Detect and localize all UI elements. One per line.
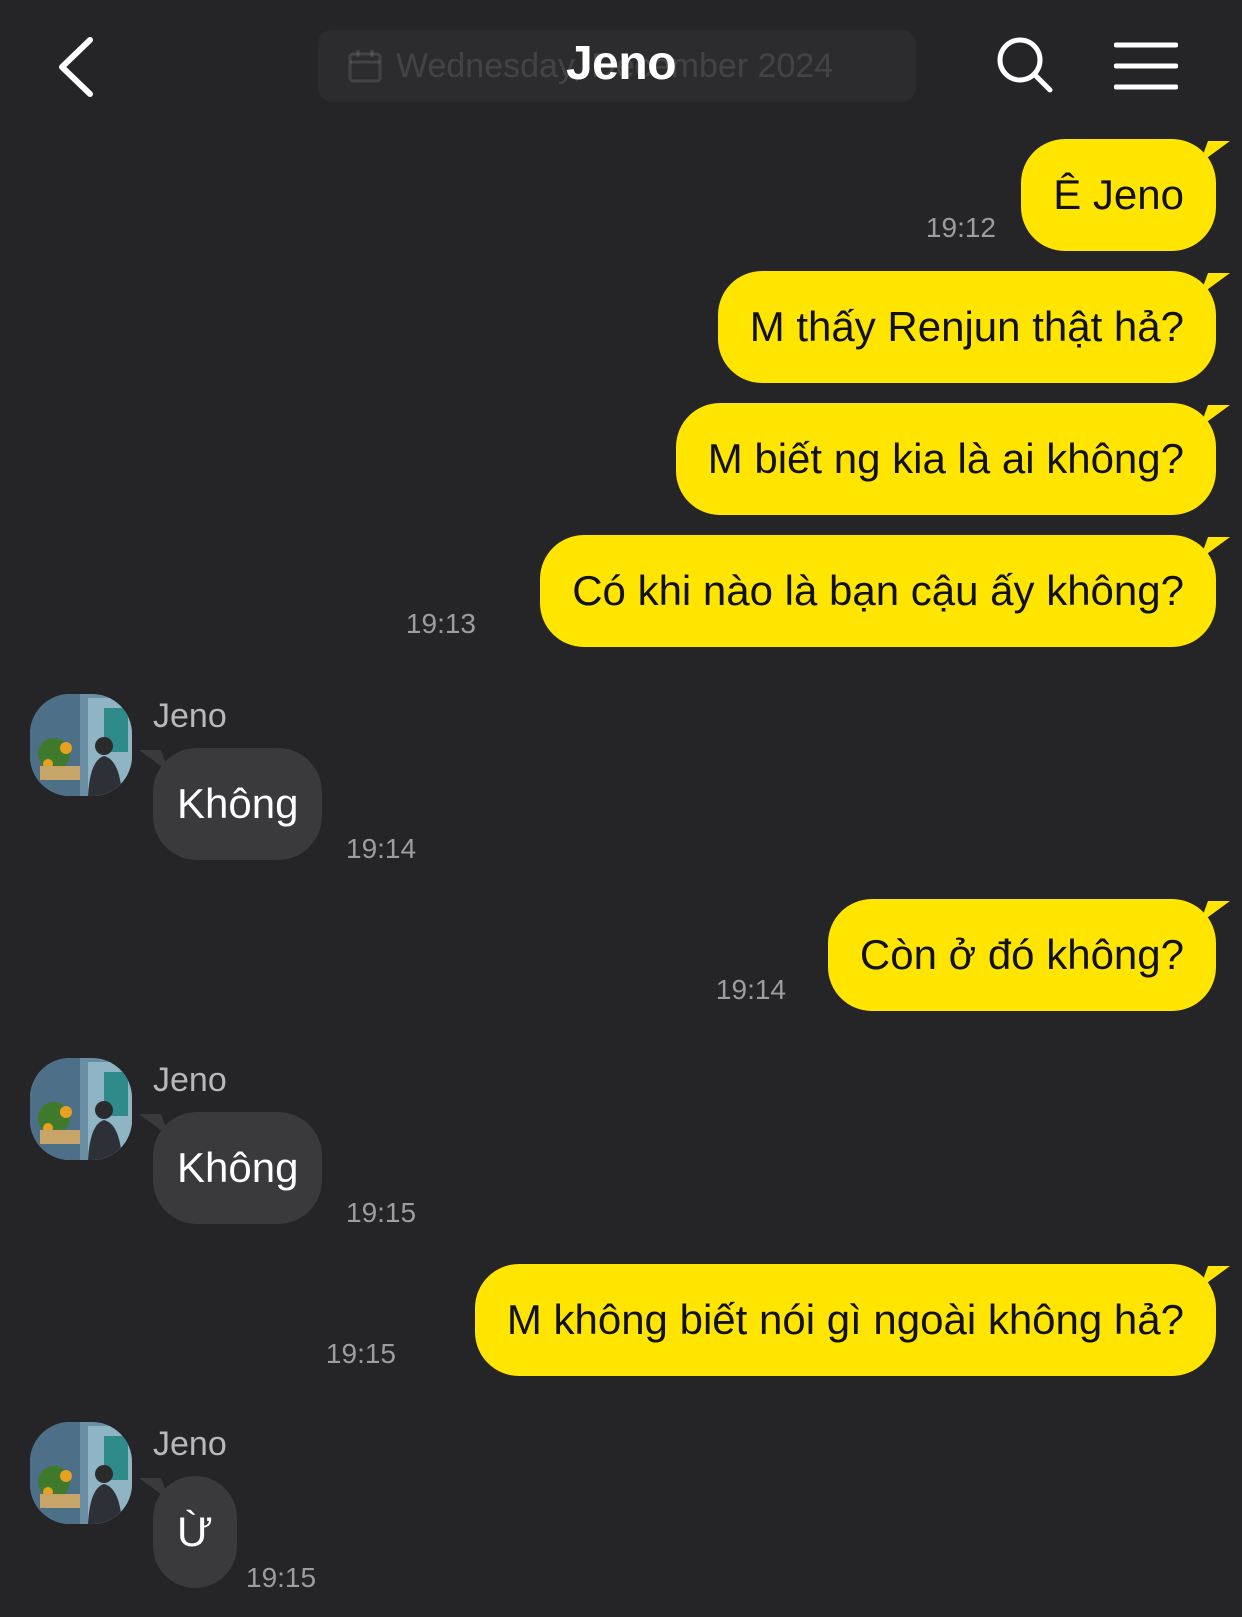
message-timestamp: 19:15 [346,1197,417,1228]
sender-name: Jeno [153,697,227,735]
outgoing-message-bubble[interactable]: Còn ở đó không? [827,899,1216,1011]
outgoing-message-bubble[interactable]: Ê Jeno [1021,139,1216,251]
search-icon [997,37,1053,93]
message-timestamp: 19:14 [715,974,786,1005]
avatar[interactable] [30,1422,132,1524]
avatar-image [30,694,132,796]
message-timestamp: 19:14 [346,833,417,864]
incoming-message-bubble[interactable]: Không [153,748,323,860]
sender-name: Jeno [153,1425,227,1463]
message-timestamp: 19:15 [325,1338,396,1369]
message-timestamp: 19:12 [925,212,996,243]
avatar-image [30,1422,132,1524]
search-button[interactable] [994,34,1056,96]
sender-name: Jeno [153,1061,227,1099]
outgoing-message-bubble[interactable]: Có khi nào là bạn cậu ấy không? [540,535,1216,647]
incoming-message-bubble[interactable]: Không [153,1112,323,1224]
message-timestamp: 19:13 [405,608,476,639]
avatar[interactable] [30,1058,132,1160]
avatar[interactable] [30,694,132,796]
menu-button[interactable] [1113,40,1179,92]
outgoing-message-bubble[interactable]: M thấy Renjun thật hả? [717,271,1216,383]
hamburger-menu-icon [1113,42,1179,90]
outgoing-message-bubble[interactable]: M không biết nói gì ngoài không hả? [474,1264,1216,1376]
outgoing-message-bubble[interactable]: M biết ng kia là ai không? [675,403,1216,515]
avatar-image [30,1058,132,1160]
chat-header: Wednesday, December 2024 Jeno [0,0,1242,135]
message-timestamp: 19:15 [246,1562,317,1593]
incoming-message-bubble[interactable]: Ừ [153,1476,237,1588]
